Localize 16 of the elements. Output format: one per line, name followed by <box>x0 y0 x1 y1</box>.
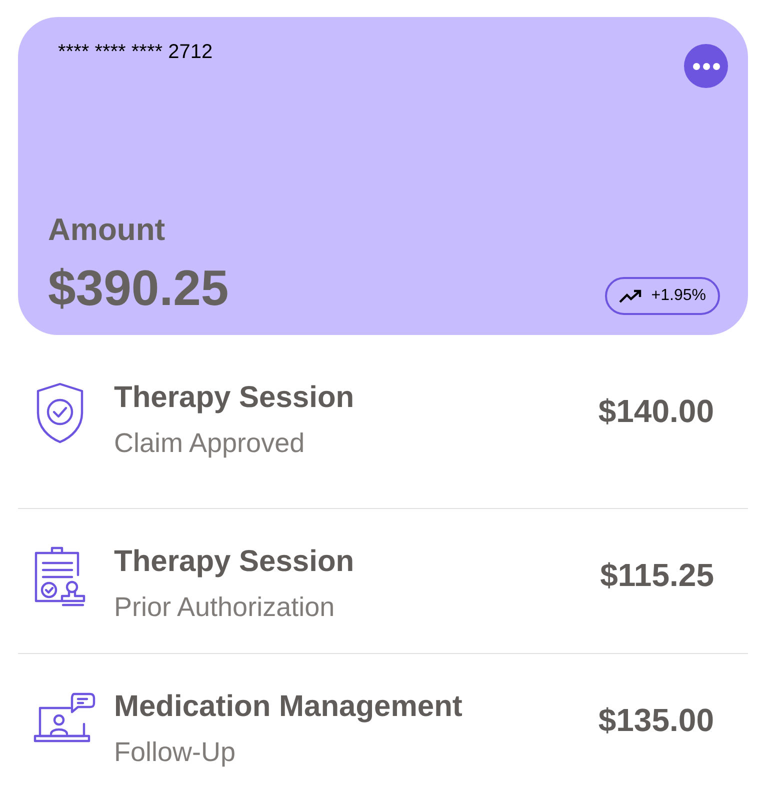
trend-up-icon <box>619 289 644 303</box>
item-amount: $115.25 <box>600 556 714 595</box>
item-subtitle: Follow-Up <box>114 736 237 769</box>
card-number: **** **** **** 2712 <box>58 40 213 65</box>
item-subtitle: Claim Approved <box>114 426 306 460</box>
amount-label: Amount <box>48 214 166 245</box>
dots-icon <box>692 62 720 70</box>
item-title: Therapy Session <box>114 380 356 416</box>
item-subtitle: Prior Authorization <box>114 590 336 624</box>
item-title: Medication Management <box>114 689 464 725</box>
amount-value: $390.25 <box>48 263 229 313</box>
item-amount: $140.00 <box>598 392 714 431</box>
change-badge: +1.95% <box>605 277 720 315</box>
item-title: Therapy Session <box>114 544 356 580</box>
more-button[interactable] <box>684 44 728 88</box>
item-amount: $135.00 <box>598 701 714 740</box>
